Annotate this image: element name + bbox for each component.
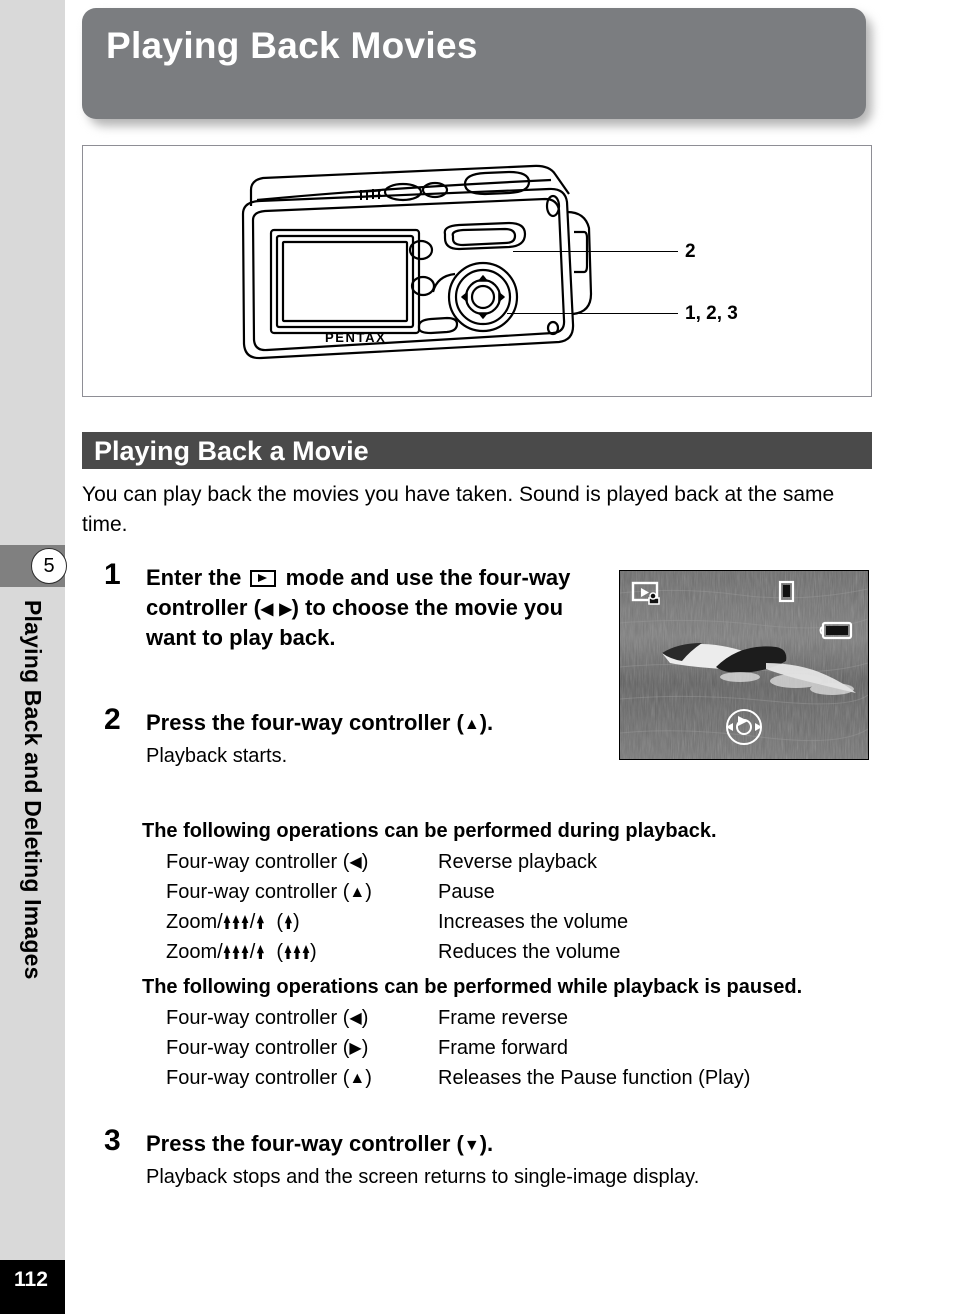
operation-value: Increases the volume [438,911,629,933]
section-header: Playing Back a Movie [82,432,872,469]
operation-key: Four-way controller (▶) [166,1037,369,1059]
operations-paused-heading: The following operations can be performe… [142,976,803,998]
operations-row: Four-way controller (▲) Releases the Pau… [142,1063,857,1093]
step-3-sub: Playback stops and the screen returns to… [146,1166,700,1188]
step-3-body: Press the four-way controller (▼). Playb… [146,1129,699,1191]
callout-label-zoom: 2 [685,241,696,262]
operation-value: Releases the Pause function (Play) [438,1067,751,1089]
up-arrow-icon: ▲ [349,1070,366,1087]
step-2-number: 2 [104,703,121,736]
banner-background: Playing Back Movies [82,8,866,119]
operation-key: Four-way controller (◀) [166,851,369,873]
left-arrow-icon: ◀ [349,854,362,871]
wide-angle-icon [284,945,309,959]
telephoto-icon [256,915,264,929]
step-2-sub: Playback starts. [146,745,288,767]
right-arrow-icon: ▶ [279,601,292,618]
wide-angle-icon [223,915,249,929]
callout-label-fourway: 1, 2, 3 [685,303,738,324]
page-number: 112 [14,1268,48,1291]
operations-row: Four-way controller (▶) Frame forward [142,1033,857,1063]
operations-during-heading: The following operations can be performe… [142,820,717,842]
up-arrow-icon: ▲ [463,716,480,733]
camera-rear-illustration: PENTAX [241,164,593,360]
telephoto-icon [284,915,292,929]
callout-line-zoom [513,251,678,252]
page-title: Playing Back Movies [106,25,478,66]
operation-value: Frame forward [438,1037,569,1059]
chapter-number-badge: 5 [31,548,67,584]
operation-key: Four-way controller (▲) [166,881,372,903]
operation-value: Pause [438,881,495,903]
down-arrow-icon: ▼ [463,1137,480,1154]
callout-line-fourway [507,313,678,314]
operations-row: Four-way controller (◀) Frame reverse [142,1003,857,1033]
step-1-title: Enter the mode and use the four-way cont… [146,565,571,650]
operations-while-paused: The following operations can be performe… [142,973,857,1093]
operations-row: Zoom// () Reduces the volume [142,937,717,967]
step-2-title: Press the four-way controller (▲). [146,710,494,735]
wide-angle-icon [223,945,249,959]
operation-key: Four-way controller (▲) [166,1067,372,1089]
operations-during-playback: The following operations can be performe… [142,817,717,967]
step-1-body: Enter the mode and use the four-way cont… [146,563,614,653]
lcd-preview-image [619,570,869,760]
operation-value: Reverse playback [438,851,597,873]
section-header-text: Playing Back a Movie [94,436,369,466]
operation-value: Frame reverse [438,1007,569,1029]
operation-key: Zoom// () [166,941,317,963]
left-arrow-icon: ◀ [349,1010,362,1027]
chapter-title: Playing Back and Deleting Images [0,594,65,1154]
step-3-title: Press the four-way controller (▼). [146,1131,494,1156]
operation-key: Zoom// () [166,911,300,933]
camera-diagram-panel: PENTAX 2 1, 2, 3 [82,145,872,397]
section-intro-text: You can play back the movies you have ta… [82,483,835,536]
operations-row: Four-way controller (▲) Pause [142,877,717,907]
operations-row: Zoom// () Increases the volume [142,907,717,937]
operation-value: Reduces the volume [438,941,621,963]
telephoto-icon [256,945,264,959]
step-3-number: 3 [104,1124,121,1157]
step-2-body: Press the four-way controller (▲). Playb… [146,708,493,770]
camera-brand-text: PENTAX [325,330,386,345]
page-banner: Playing Back Movies [82,8,872,126]
up-arrow-icon: ▲ [349,884,366,901]
chapter-title-text: Playing Back and Deleting Images [20,600,46,980]
lcd-preview-svg [620,571,868,759]
step-1-number: 1 [104,558,121,591]
operation-key: Four-way controller (◀) [166,1007,369,1029]
left-arrow-icon: ◀ [260,601,274,618]
right-arrow-icon: ▶ [349,1040,362,1057]
playback-mode-icon [250,570,277,587]
operations-row: Four-way controller (◀) Reverse playback [142,847,717,877]
